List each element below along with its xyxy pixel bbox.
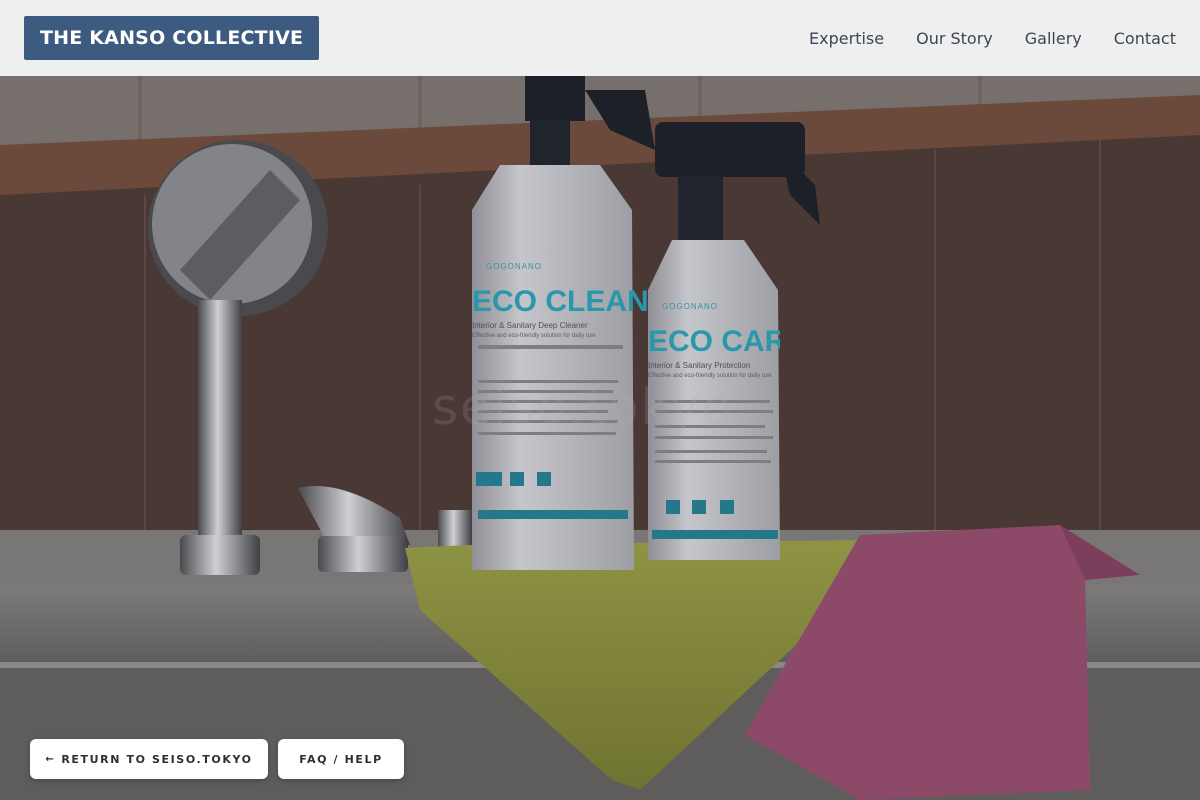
nav-link-expertise[interactable]: Expertise [809,29,884,48]
faq-button-label: FAQ / HELP [299,752,383,766]
bottle-left-subtitle: Interior & Sanitary Deep Cleaner [472,321,588,330]
site-header: THE KANSO COLLECTIVE Expertise Our Story… [0,0,1200,76]
brand-logo[interactable]: THE KANSO COLLECTIVE [24,16,320,60]
return-to-seiso-button[interactable]: ← RETURN TO SEISO.TOKYO [30,739,268,779]
bottle-left-label: GOGONANO ECO CLEAN Interior & Sanitary D… [472,262,649,339]
bottle-left-tagline: Effective and eco-friendly solution for … [472,333,596,339]
return-button-label: RETURN TO SEISO.TOKYO [61,752,253,766]
nav-link-gallery[interactable]: Gallery [1025,29,1082,48]
bottle-right-label: GOGONANO ECO CARE Interior & Sanitary Pr… [648,302,780,379]
nav-link-contact[interactable]: Contact [1114,29,1176,48]
action-buttons: ← RETURN TO SEISO.TOKYO FAQ / HELP [30,739,404,779]
watermark: seiso.tokyo [432,378,734,436]
bottle-right-subtitle: Interior & Sanitary Protection [648,361,751,370]
bottle-left-brand: GOGONANO [486,262,543,271]
hero-background: GOGONANO ECO CLEAN Interior & Sanitary D… [0,0,1200,800]
main-nav: Expertise Our Story Gallery Contact [809,29,1176,48]
arrow-left-icon: ← [45,753,56,765]
nav-link-our-story[interactable]: Our Story [916,29,993,48]
bottle-left-name: ECO CLEAN [472,285,649,318]
bottle-right-brand: GOGONANO [662,302,719,311]
faq-help-button[interactable]: FAQ / HELP [278,739,404,779]
bottle-right-name: ECO CARE [648,325,780,358]
